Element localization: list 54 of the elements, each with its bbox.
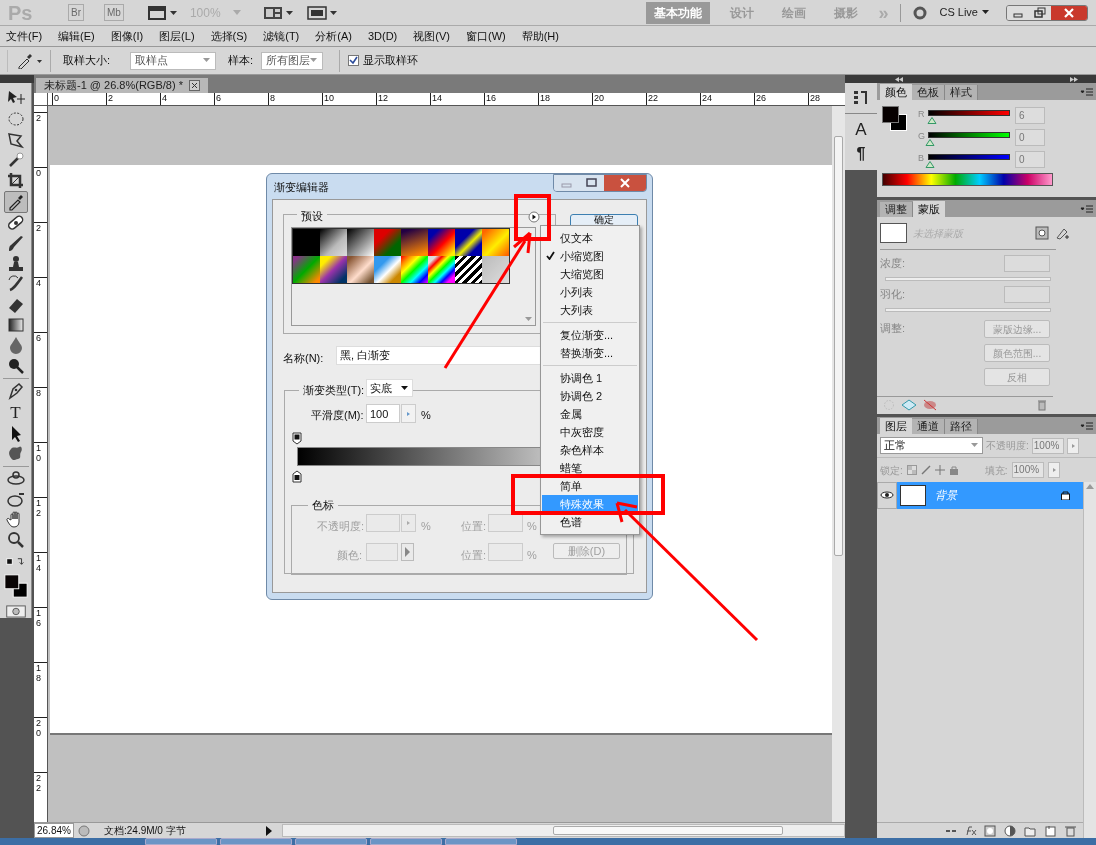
ruler-label: 8 — [268, 93, 322, 105]
smoothness-label: 平滑度(M): — [311, 408, 364, 423]
ruler-label: 20 — [592, 93, 646, 105]
ruler-label: 24 — [700, 93, 754, 105]
ruler-label: 10 — [322, 93, 376, 105]
channel-label: G — [918, 130, 926, 144]
ruler-label: 16 — [36, 608, 41, 628]
density-label: 浓度: — [880, 256, 906, 272]
ruler-label: 12 — [36, 498, 41, 518]
sample-label: 样本: — [228, 53, 254, 69]
ruler-label: 18 — [36, 663, 41, 683]
ruler-label: 26 — [754, 93, 808, 105]
color-label: 颜色: — [337, 548, 363, 563]
refine-label: 调整: — [880, 321, 907, 336]
ruler-label: 4 — [160, 93, 214, 105]
dialog-title: 渐变编辑器 — [274, 180, 329, 195]
color-stops-label: 色标 — [308, 497, 338, 514]
sample-size-label: 取样大小: — [63, 53, 111, 69]
ruler-label: 2 — [36, 223, 41, 233]
ruler-label: 14 — [36, 553, 41, 573]
ruler-label: 2 — [106, 93, 160, 105]
name-label: 名称(N): — [283, 351, 324, 366]
ruler-label: 6 — [214, 93, 268, 105]
percent-sign: % — [421, 408, 431, 423]
ruler-label: 0 — [52, 93, 106, 105]
feather-label: 羽化: — [880, 287, 906, 303]
ruler-label: 12 — [376, 93, 430, 105]
ruler-label: 18 — [538, 93, 592, 105]
ruler-label: 4 — [36, 278, 41, 288]
gradient-type-label: 渐变类型(T): — [299, 382, 369, 399]
percent-sign: % — [527, 548, 537, 563]
percent-sign: % — [421, 519, 431, 534]
ruler-label: 22 — [36, 773, 41, 793]
show-ring-label: 显示取样环 — [363, 53, 419, 69]
opacity-label: 不透明度: — [317, 519, 365, 534]
channel-label: B — [918, 152, 925, 166]
ruler-label: 20 — [36, 718, 41, 738]
position-label: 位置: — [461, 519, 487, 534]
percent-sign: % — [527, 519, 537, 534]
document-tab-title: 未标题-1 @ 26.8%(RGB/8) * — [44, 80, 183, 91]
ruler-label: 8 — [36, 388, 41, 398]
ruler-label: 2 — [36, 113, 41, 123]
presets-label: 预设 — [297, 208, 327, 225]
position-label: 位置: — [461, 548, 487, 563]
channel-label: R — [918, 108, 926, 122]
ruler-label: 22 — [646, 93, 700, 105]
ruler-label: 0 — [36, 168, 41, 178]
ruler-label: 14 — [430, 93, 484, 105]
document-info: 文档:24.9M/0 字节 — [104, 824, 187, 838]
ruler-label: 16 — [484, 93, 538, 105]
ruler-label: 6 — [36, 333, 41, 343]
ruler-label: 10 — [36, 443, 41, 463]
cs-live-label: CS Live — [939, 5, 978, 21]
layer-name: 背景 — [935, 487, 959, 503]
